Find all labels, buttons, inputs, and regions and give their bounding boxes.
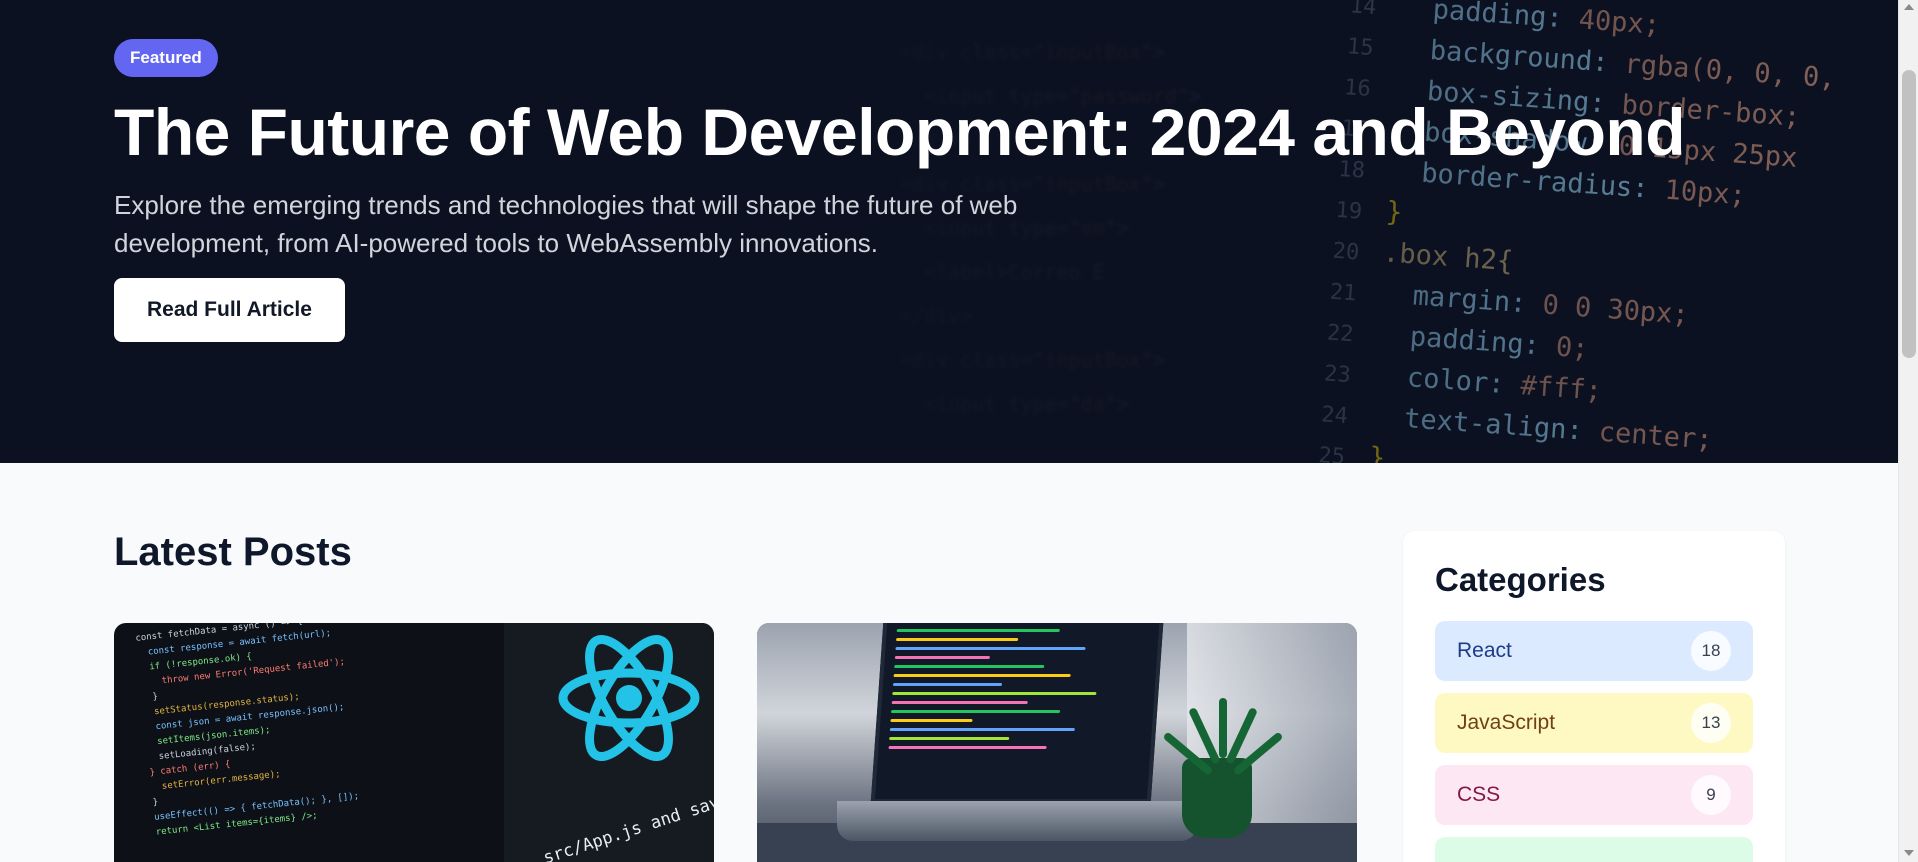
category-count-badge: 13 <box>1691 703 1731 743</box>
featured-hero: <div class="inputBox"> <input type="pass… <box>0 0 1898 463</box>
page-scrollbar[interactable] <box>1898 0 1918 862</box>
latest-posts-heading: Latest Posts <box>114 530 352 574</box>
hero-subtitle: Explore the emerging trends and technolo… <box>114 190 1018 259</box>
plant-leaf-image <box>1219 698 1227 758</box>
category-list: React 18 JavaScript 13 CSS 9 <box>1435 621 1753 862</box>
category-item[interactable]: CSS 9 <box>1435 765 1753 825</box>
hero-content: Featured The Future of Web Development: … <box>114 39 1814 343</box>
read-full-article-button[interactable]: Read Full Article <box>114 278 345 343</box>
scroll-down-arrow-icon[interactable] <box>1904 850 1914 856</box>
category-item[interactable] <box>1435 837 1753 862</box>
categories-sidebar: Categories React 18 JavaScript 13 CSS 9 <box>1403 531 1785 862</box>
category-item[interactable]: JavaScript 13 <box>1435 693 1753 753</box>
category-count-badge: 9 <box>1691 775 1731 815</box>
react-logo-icon <box>558 634 700 762</box>
categories-heading: Categories <box>1435 561 1606 598</box>
post-card-react[interactable]: const fetchData = async () => { const re… <box>114 623 714 862</box>
category-label: CSS <box>1457 783 1501 806</box>
scroll-thumb[interactable] <box>1902 70 1916 358</box>
category-item[interactable]: React 18 <box>1435 621 1753 681</box>
laptop-base-image <box>837 801 1197 841</box>
category-label: JavaScript <box>1457 711 1556 734</box>
hero-title: The Future of Web Development: 2024 and … <box>114 95 1686 169</box>
featured-badge: Featured <box>114 39 218 77</box>
post-card-laptop[interactable] <box>757 623 1357 862</box>
category-count-badge: 18 <box>1691 631 1731 671</box>
category-label: React <box>1457 639 1512 662</box>
scroll-up-arrow-icon[interactable] <box>1904 4 1914 10</box>
laptop-screen-image <box>870 623 1164 803</box>
post-card-image-code: const fetchData = async () => { const re… <box>124 623 360 839</box>
